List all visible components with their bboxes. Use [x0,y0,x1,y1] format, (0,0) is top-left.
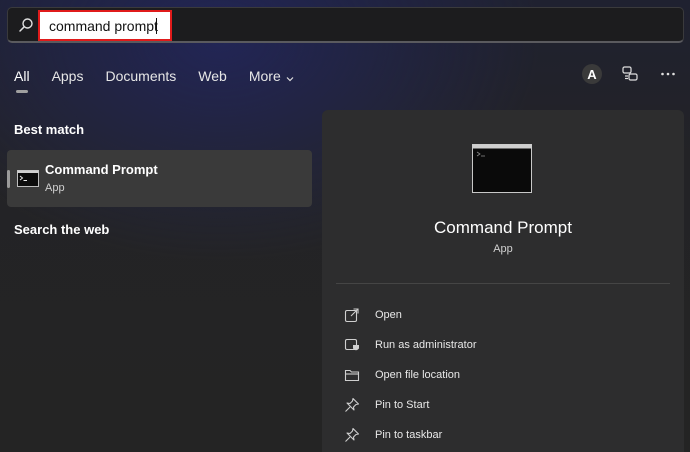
pin-icon [344,397,360,413]
search-bar[interactable] [7,7,684,43]
avatar[interactable]: A [582,64,602,84]
chevron-down-icon [285,71,295,82]
divider [336,283,670,284]
best-match-heading: Best match [14,122,85,137]
open-file-location-action[interactable]: Open file location [344,360,477,390]
search-web-heading: Search the web [14,222,110,237]
open-file-location-label: Open file location [375,369,460,381]
open-action[interactable]: Open [344,300,477,330]
tab-more[interactable]: More [249,68,295,84]
command-prompt-large-icon [472,144,532,194]
tab-more-label: More [248,68,281,84]
tab-web[interactable]: Web [198,68,227,84]
command-prompt-icon [17,170,39,187]
tab-web-label: Web [198,68,227,84]
best-match-name: Command Prompt [45,162,158,177]
open-label: Open [375,309,402,321]
search-tabs: All Apps Documents Web More [14,68,295,93]
search-highlight-box [38,10,172,41]
detail-actions: Open Run as administrator Open file loca… [344,300,477,450]
run-as-admin-icon [344,337,360,353]
search-icon [18,17,34,33]
selection-indicator [7,170,10,188]
pin-to-taskbar-action[interactable]: Pin to taskbar [344,420,477,450]
tab-all-label: All [14,68,30,84]
detail-app-name: Command Prompt [434,218,572,237]
tab-apps[interactable]: Apps [52,68,84,84]
text-caret [156,18,157,34]
pin-to-start-label: Pin to Start [375,399,430,411]
tab-apps-label: Apps [51,68,84,84]
best-match-type: App [45,182,65,194]
search-input[interactable] [49,18,164,34]
feedback-icon[interactable] [620,64,640,84]
tab-documents-label: Documents [105,68,177,84]
detail-pane: Command Prompt App Open Run as administr… [322,110,684,452]
folder-icon [344,367,360,383]
pin-icon [344,427,360,443]
best-match-item[interactable]: Command Prompt App [7,150,312,207]
run-as-admin-action[interactable]: Run as administrator [344,330,477,360]
open-icon [344,307,360,323]
detail-app-type: App [493,243,513,255]
pin-to-taskbar-label: Pin to taskbar [375,429,443,441]
tab-documents[interactable]: Documents [105,68,176,84]
tab-all[interactable]: All [14,68,30,93]
run-as-admin-label: Run as administrator [375,339,477,351]
pin-to-start-action[interactable]: Pin to Start [344,390,477,420]
top-actions: A [582,64,678,84]
more-options-icon[interactable] [658,64,678,84]
